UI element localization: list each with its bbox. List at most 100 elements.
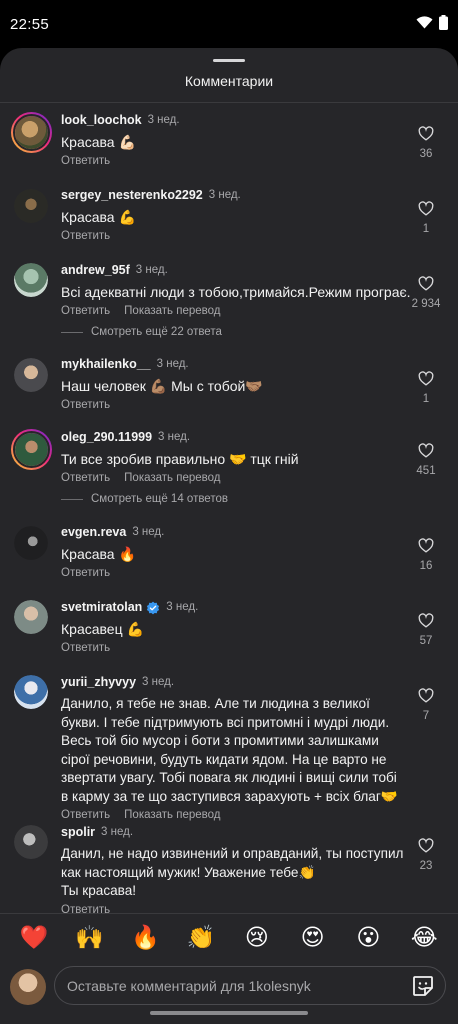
emoji-red-heart[interactable]: ❤️: [16, 926, 52, 949]
like-button[interactable]: 57: [406, 613, 446, 647]
view-more-replies-label: Смотреть ещё 14 ответов: [91, 493, 228, 505]
comment-username[interactable]: look_loochok: [61, 113, 142, 128]
emoji-clapping-hands[interactable]: 👏: [183, 926, 219, 949]
comment-username[interactable]: oleg_290.11999: [61, 430, 152, 445]
comment-time: 3 нед.: [158, 431, 191, 443]
like-count: 36: [419, 148, 433, 160]
avatar[interactable]: [14, 825, 48, 859]
comment-text: Данил, не надо извинений и оправданий, т…: [61, 846, 404, 898]
like-count: 23: [419, 860, 433, 872]
comment-text: Ти все зробив правильно 🤝 тцк гній: [61, 451, 299, 467]
translate-button[interactable]: Показать перевод: [124, 305, 220, 317]
divider: [0, 102, 458, 103]
avatar[interactable]: [11, 429, 52, 470]
reply-button[interactable]: Ответить: [61, 642, 110, 654]
comments-sheet: Комментарии look_loochok 3 нед. Красава 💪…: [0, 48, 458, 1024]
reply-button[interactable]: Ответить: [61, 305, 110, 317]
translate-button[interactable]: Показать перевод: [124, 809, 220, 821]
battery-icon: [439, 15, 448, 30]
comment-username[interactable]: mykhailenko__: [61, 357, 151, 372]
comment-time: 3 нед.: [208, 189, 241, 201]
like-button[interactable]: 1: [406, 201, 446, 235]
comment-input-placeholder: Оставьте комментарий для 1kolesnyk: [67, 978, 311, 994]
drag-handle[interactable]: [213, 59, 245, 62]
comment-text: Красава 💪: [61, 209, 136, 225]
heart-outline-icon: [418, 838, 434, 853]
like-count: 1: [422, 393, 430, 405]
heart-outline-icon: [418, 538, 434, 553]
view-more-replies-label: Смотреть ещё 22 ответа: [91, 326, 222, 338]
emoji-fire[interactable]: 🔥: [127, 926, 163, 949]
divider: [61, 498, 83, 500]
comment-username[interactable]: yurii_zhyvyy: [61, 675, 136, 690]
reply-button[interactable]: Ответить: [61, 155, 110, 167]
emoji-quick-bar: ❤️ 🙌 🔥 👏 😢 😍 😮 😂: [0, 913, 458, 961]
reply-button[interactable]: Ответить: [61, 472, 110, 484]
status-time: 22:55: [10, 16, 50, 33]
avatar[interactable]: [14, 675, 48, 709]
emoji-crying-face[interactable]: 😢: [239, 926, 275, 949]
avatar[interactable]: [11, 112, 52, 153]
avatar[interactable]: [14, 600, 48, 634]
comment-text: Красава 🔥: [61, 546, 136, 562]
home-indicator[interactable]: [150, 1011, 308, 1015]
translate-button[interactable]: Показать перевод: [124, 472, 220, 484]
like-button[interactable]: 2 934: [402, 276, 450, 310]
emoji-heart-eyes[interactable]: 😍: [295, 926, 331, 949]
avatar[interactable]: [14, 189, 48, 223]
heart-outline-icon: [418, 688, 434, 703]
verified-badge-icon: [147, 601, 160, 614]
comment-time: 3 нед.: [135, 264, 168, 276]
like-count: 1: [422, 223, 430, 235]
view-more-replies[interactable]: Смотреть ещё 22 ответа: [61, 326, 222, 338]
avatar[interactable]: [14, 526, 48, 560]
like-count: 2 934: [411, 298, 441, 310]
reply-button[interactable]: Ответить: [61, 809, 110, 821]
like-button[interactable]: 23: [406, 838, 446, 872]
comment-username[interactable]: sergey_nesterenko2292: [61, 188, 203, 203]
heart-outline-icon: [418, 613, 434, 628]
like-button[interactable]: 36: [406, 126, 446, 160]
comment-time: 3 нед.: [132, 526, 165, 538]
heart-outline-icon: [418, 443, 434, 458]
comment-time: 3 нед.: [147, 114, 180, 126]
like-button[interactable]: 451: [406, 443, 446, 477]
comment-time: 3 нед.: [156, 358, 189, 370]
comment-text: Наш человек 💪🏽 Мы с тобой🤝🏽: [61, 378, 263, 394]
comment-text: Красава 💪🏻: [61, 134, 136, 150]
like-button[interactable]: 16: [406, 538, 446, 572]
heart-outline-icon: [418, 126, 434, 141]
comment-text: Данило, я тебе не знав. Але ти людина з …: [61, 696, 398, 804]
reply-button[interactable]: Ответить: [61, 230, 110, 242]
emoji-tears-of-joy[interactable]: 😂: [406, 926, 442, 949]
wifi-icon: [416, 16, 433, 29]
emoji-surprised-face[interactable]: 😮: [350, 926, 386, 949]
comment-username[interactable]: svetmiratolan: [61, 600, 142, 615]
heart-outline-icon: [418, 276, 434, 291]
like-button[interactable]: 1: [406, 371, 446, 405]
status-icons: [416, 15, 448, 30]
reply-button[interactable]: Ответить: [61, 567, 110, 579]
comment-input[interactable]: Оставьте комментарий для 1kolesnyk: [54, 966, 446, 1005]
like-count: 451: [416, 465, 436, 477]
like-count: 7: [422, 710, 430, 722]
emoji-raising-hands[interactable]: 🙌: [72, 926, 108, 949]
like-count: 57: [419, 635, 433, 647]
comment-username[interactable]: evgen.reva: [61, 525, 126, 540]
divider: [61, 331, 83, 333]
comment-username[interactable]: andrew_95f: [61, 263, 130, 278]
current-user-avatar: [10, 969, 46, 1005]
view-more-replies[interactable]: Смотреть ещё 14 ответов: [61, 493, 228, 505]
like-button[interactable]: 7: [406, 688, 446, 722]
heart-outline-icon: [418, 371, 434, 386]
comment-username[interactable]: spolir: [61, 825, 95, 840]
avatar[interactable]: [14, 358, 48, 392]
avatar[interactable]: [14, 263, 48, 297]
like-count: 16: [419, 560, 433, 572]
sticker-icon[interactable]: [411, 974, 435, 998]
reply-button[interactable]: Ответить: [61, 399, 110, 411]
sheet-title: Комментарии: [184, 73, 274, 89]
comment-text: Красавец 💪: [61, 621, 144, 637]
heart-outline-icon: [418, 201, 434, 216]
status-bar: 22:55: [0, 0, 458, 48]
